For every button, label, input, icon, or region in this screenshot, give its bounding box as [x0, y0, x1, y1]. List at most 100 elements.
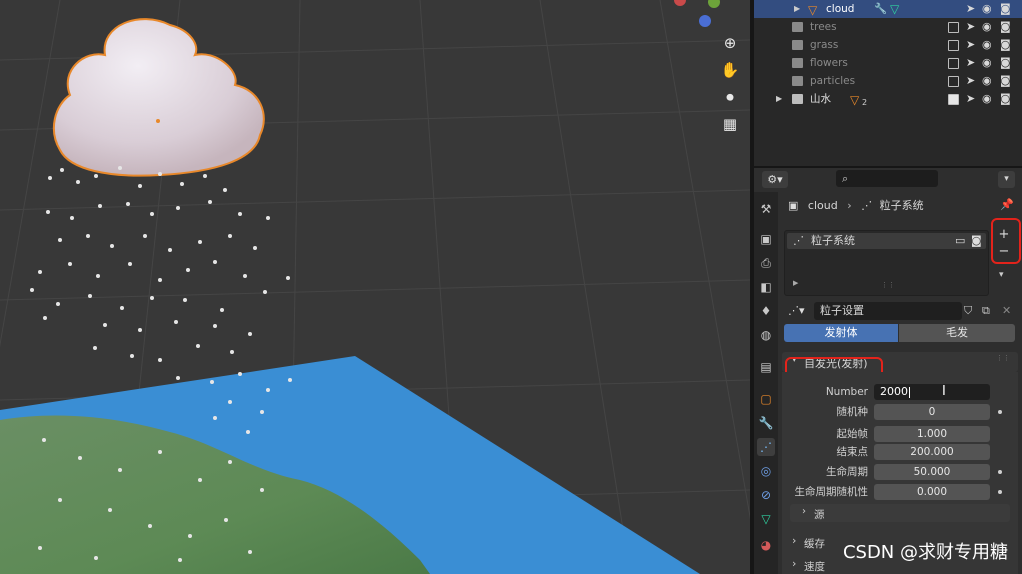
- close-icon[interactable]: ✕: [1002, 304, 1011, 317]
- field-label: Number: [825, 386, 868, 398]
- outliner-row-grass[interactable]: grass ➤ ◉ ◙: [754, 36, 1022, 54]
- source-subpanel[interactable]: › 源: [790, 504, 1010, 522]
- select-cursor-icon[interactable]: ➤: [966, 54, 975, 72]
- tab-hair[interactable]: 毛发: [899, 324, 1015, 342]
- options-dropdown[interactable]: ▾: [998, 171, 1015, 188]
- highlight-box: [991, 218, 1021, 264]
- exclude-checkbox[interactable]: [948, 22, 959, 33]
- settings-browse-dropdown[interactable]: ⋰▾: [788, 302, 812, 320]
- render-camera-icon[interactable]: ◙: [1000, 90, 1011, 108]
- monitor-icon[interactable]: ▭: [955, 233, 965, 249]
- keyframe-dot-icon[interactable]: [998, 490, 1002, 494]
- duplicate-icon[interactable]: ⧉: [982, 304, 990, 318]
- outliner-row-particles[interactable]: particles ➤ ◉ ◙: [754, 72, 1022, 90]
- field-label: 起始帧: [836, 428, 869, 440]
- frame-start-field[interactable]: 1.000: [874, 426, 990, 442]
- field-label: 结束点: [836, 446, 869, 458]
- properties-tabs: ⚒ ▣ ⎙ ◧ ♦ ◍ ▤ ▢ 🔧 ⋰ ◎ ⊘ ▽ ◕: [754, 192, 778, 574]
- outliner-row-flowers[interactable]: flowers ➤ ◉ ◙: [754, 54, 1022, 72]
- breadcrumb: ▣ cloud › ⋰ 粒子系统: [788, 198, 924, 214]
- subpanel-label: 源: [814, 509, 825, 521]
- exclude-checkbox[interactable]: [948, 58, 959, 69]
- keyframe-dot-icon[interactable]: [998, 410, 1002, 414]
- panel-label: 速度: [804, 561, 825, 573]
- select-cursor-icon[interactable]: ➤: [966, 0, 975, 18]
- select-cursor-icon[interactable]: ➤: [966, 18, 975, 36]
- data-tab-icon[interactable]: ▽: [757, 510, 775, 528]
- breadcrumb-object: cloud: [807, 199, 838, 212]
- chevron-down-icon[interactable]: ▾: [999, 270, 1004, 280]
- pin-icon[interactable]: 📌: [1000, 198, 1014, 211]
- eye-icon[interactable]: ◉: [982, 36, 992, 54]
- scene-tab-icon[interactable]: ♦: [757, 302, 775, 320]
- collection-tab-icon[interactable]: ▤: [757, 358, 775, 376]
- collection-icon: [792, 40, 803, 50]
- wrench-modifier-icon: 🔧: [874, 3, 888, 15]
- exclude-checkbox[interactable]: [948, 94, 959, 105]
- camera-icon[interactable]: ⏺: [718, 86, 742, 108]
- lifetime-random-field[interactable]: 0.000: [874, 484, 990, 500]
- render-camera-icon[interactable]: ◙: [1000, 18, 1011, 36]
- eye-icon[interactable]: ◉: [982, 18, 992, 36]
- mesh-data-icon: ▽: [890, 2, 900, 16]
- world-tab-icon[interactable]: ◍: [757, 326, 775, 344]
- modifier-tab-icon[interactable]: 🔧: [757, 414, 775, 432]
- render-camera-icon[interactable]: ◙: [1000, 0, 1011, 18]
- 3d-viewport[interactable]: ⊕ ✋ ⏺ ▦: [0, 0, 750, 574]
- constraints-tab-icon[interactable]: ⊘: [757, 486, 775, 504]
- select-cursor-icon[interactable]: ➤: [966, 72, 975, 90]
- render-tab-icon[interactable]: ▣: [757, 230, 775, 248]
- editor-type-dropdown[interactable]: ⚙▾: [762, 171, 788, 188]
- frame-end-field[interactable]: 200.000: [874, 444, 990, 460]
- expand-arrow-icon[interactable]: ▶: [776, 90, 782, 108]
- child-count-badge: 2: [862, 98, 868, 107]
- render-camera-icon[interactable]: ◙: [1000, 36, 1011, 54]
- render-camera-icon[interactable]: ◙: [1000, 72, 1011, 90]
- collection-icon: [792, 58, 803, 68]
- watermark: CSDN @求财专用糖: [842, 542, 1008, 563]
- number-input[interactable]: 2000 Ι: [874, 384, 990, 400]
- expand-arrow-icon[interactable]: ▶: [794, 0, 800, 18]
- field-label: 生命周期: [826, 466, 868, 478]
- render-camera-icon[interactable]: ◙: [1000, 54, 1011, 72]
- eye-icon[interactable]: ◉: [982, 54, 992, 72]
- tool-tab-icon[interactable]: ⚒: [757, 200, 775, 218]
- zoom-icon[interactable]: ⊕: [718, 32, 742, 54]
- outliner-label: cloud: [826, 3, 855, 15]
- select-cursor-icon[interactable]: ➤: [966, 36, 975, 54]
- pan-hand-icon[interactable]: ✋: [718, 59, 742, 81]
- keyframe-dot-icon[interactable]: [998, 470, 1002, 474]
- material-tab-icon[interactable]: ◕: [757, 536, 775, 554]
- particles-tab-icon[interactable]: ⋰: [757, 438, 775, 456]
- seed-field[interactable]: 0: [874, 404, 990, 420]
- object-tab-icon[interactable]: ▢: [757, 390, 775, 408]
- particles-icon: ⋰: [793, 234, 804, 247]
- drag-handle-icon[interactable]: ⋮⋮: [996, 354, 1010, 362]
- output-tab-icon[interactable]: ⎙: [757, 254, 775, 272]
- exclude-checkbox[interactable]: [948, 40, 959, 51]
- view-layer-tab-icon[interactable]: ◧: [757, 278, 775, 296]
- expand-arrow-icon[interactable]: ▶: [793, 279, 798, 287]
- outliner-row-trees[interactable]: trees ➤ ◉ ◙: [754, 18, 1022, 36]
- outliner: ▶ ▽ cloud 🔧 ▽ ➤ ◉ ◙ trees ➤ ◉ ◙ grass ➤ …: [754, 0, 1022, 166]
- eye-icon[interactable]: ◉: [982, 72, 992, 90]
- chevron-right-icon: ›: [847, 199, 852, 212]
- lifetime-field[interactable]: 50.000: [874, 464, 990, 480]
- fake-user-shield-icon[interactable]: ⛉: [964, 304, 972, 318]
- eye-icon[interactable]: ◉: [982, 0, 992, 18]
- panel-label: 缓存: [804, 538, 825, 550]
- resize-handle-icon[interactable]: ⋮⋮: [881, 281, 895, 289]
- list-item[interactable]: ⋰ 粒子系统 ▭ ◙: [787, 233, 986, 249]
- outliner-row-shanshui[interactable]: ▶ 山水 ▽ 2 ➤ ◉ ◙: [754, 90, 1022, 108]
- tab-emitter[interactable]: 发射体: [784, 324, 898, 342]
- eye-icon[interactable]: ◉: [982, 90, 992, 108]
- render-camera-icon[interactable]: ◙: [971, 233, 982, 249]
- outliner-label: 山水: [810, 93, 831, 105]
- physics-tab-icon[interactable]: ◎: [757, 462, 775, 480]
- select-cursor-icon[interactable]: ➤: [966, 90, 975, 108]
- search-input[interactable]: ⌕: [836, 170, 938, 187]
- outliner-row-cloud[interactable]: ▶ ▽ cloud 🔧 ▽ ➤ ◉ ◙: [754, 0, 1022, 18]
- perspective-grid-icon[interactable]: ▦: [718, 113, 742, 135]
- exclude-checkbox[interactable]: [948, 76, 959, 87]
- settings-name-field[interactable]: 粒子设置: [814, 302, 962, 320]
